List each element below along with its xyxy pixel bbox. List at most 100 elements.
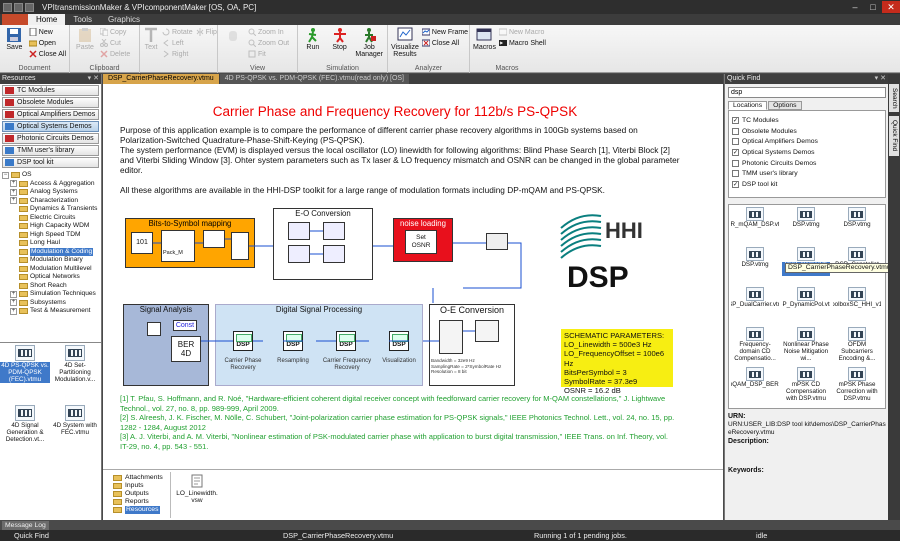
flip-button[interactable]: Flip bbox=[196, 27, 217, 37]
result-item-9[interactable]: DSPtoolboxSC_HHI_v1.vtmu bbox=[833, 287, 881, 327]
schematic-canvas[interactable]: Carrier Phase and Frequency Recovery for… bbox=[115, 88, 680, 451]
zoom-in-button[interactable]: Zoom In bbox=[248, 27, 289, 37]
tree-expander-icon[interactable]: − bbox=[2, 171, 9, 179]
checkbox[interactable] bbox=[732, 159, 739, 167]
location-tmm-user-s-library[interactable]: TMM user's library bbox=[732, 168, 882, 179]
library-photonic-circuits-demos[interactable]: Photonic Circuits Demos bbox=[2, 133, 99, 144]
library-optical-amplifiers-demos[interactable]: Optical Amplifiers Demos bbox=[2, 109, 99, 120]
result-item-8[interactable]: DSP_DynamicPol.vtmu bbox=[782, 287, 830, 327]
text-button[interactable]: Text bbox=[143, 27, 159, 64]
tree-item-long-haul[interactable]: Long Haul bbox=[2, 239, 99, 248]
location-tc-modules[interactable]: ✓ TC Modules bbox=[732, 115, 882, 126]
library-tmm-users-library[interactable]: TMM user's library bbox=[2, 145, 99, 156]
stop-button[interactable]: Stop bbox=[328, 27, 352, 64]
location-photonic-circuits-demos[interactable]: Photonic Circuits Demos bbox=[732, 158, 882, 169]
pan-button[interactable] bbox=[221, 27, 245, 64]
visualize-results-button[interactable]: Visualize Results bbox=[391, 27, 419, 64]
job-manager-button[interactable]: Job Manager bbox=[354, 27, 384, 64]
checkbox[interactable] bbox=[732, 138, 739, 146]
tree-item-modulation-binary[interactable]: Modulation Binary bbox=[2, 256, 99, 265]
demo-thumbnail-4[interactable]: 4D System with FEC.vtmu bbox=[50, 404, 100, 463]
result-item-12[interactable]: OFDM Subcarriers Encoding &... bbox=[833, 327, 881, 367]
demo-thumbnail-2[interactable]: 4D Set-Partitioning Modulation.v... bbox=[50, 345, 100, 403]
rotate-button[interactable]: Rotate bbox=[162, 27, 193, 37]
folder-attachments[interactable]: Attachments bbox=[113, 474, 168, 482]
tree-item-short-reach[interactable]: Short Reach bbox=[2, 282, 99, 291]
pin-icon[interactable]: ▾ ✕ bbox=[875, 74, 886, 84]
tree-item-os[interactable]: − OS bbox=[2, 171, 99, 180]
tree-item-analog-systems[interactable]: + Analog Systems bbox=[2, 188, 99, 197]
close-all-button[interactable]: Close All bbox=[29, 49, 66, 59]
run-button[interactable]: Run bbox=[301, 27, 325, 64]
tree-item-test-measurement[interactable]: + Test & Measurement bbox=[2, 307, 99, 316]
result-item-10[interactable]: Frequency-domain CD Compensatio... bbox=[731, 327, 779, 367]
rotate-left-button[interactable]: Left bbox=[162, 38, 193, 48]
folder-outputs[interactable]: Outputs bbox=[113, 490, 168, 498]
side-tab-quick-find[interactable]: Quick Find bbox=[889, 116, 899, 156]
tree-item-modulation-coding[interactable]: Modulation & Coding bbox=[2, 247, 99, 256]
result-item-15[interactable]: mPSK Phase Correction with DSP.vtmu bbox=[833, 367, 881, 407]
new-macro-button[interactable]: New Macro bbox=[498, 27, 546, 37]
result-item-1[interactable]: BER_mQAM_DSP.vtms bbox=[731, 207, 779, 247]
file-lo-linewidth[interactable]: LO_Linewidth. vsw bbox=[173, 474, 221, 504]
demo-thumbnail-3[interactable]: 4D Signal Generation & Detection.vt... bbox=[0, 404, 50, 463]
result-item-3[interactable]: DSP.vtmg bbox=[833, 207, 881, 247]
location-dsp-tool-kit[interactable]: ✓ DSP tool kit bbox=[732, 179, 882, 190]
quick-save-icon[interactable] bbox=[14, 2, 23, 12]
tab-graphics[interactable]: Graphics bbox=[100, 14, 148, 25]
file-menu-button[interactable] bbox=[2, 14, 28, 25]
result-item-14[interactable]: mPSK CD Compensation with DSP.vtmu bbox=[782, 367, 830, 407]
new-button[interactable]: New bbox=[29, 27, 66, 37]
zoom-fit-button[interactable]: Fit bbox=[248, 49, 289, 59]
maximize-button[interactable]: □ bbox=[864, 1, 882, 13]
tab-tools[interactable]: Tools bbox=[65, 14, 100, 25]
doc-tab-carrier-phase-recovery[interactable]: DSP_CarrierPhaseRecovery.vtmu bbox=[103, 74, 219, 84]
zoom-out-button[interactable]: Zoom Out bbox=[248, 38, 289, 48]
folder-reports[interactable]: Reports bbox=[113, 498, 168, 506]
delete-button[interactable]: Delete bbox=[100, 49, 130, 59]
tree-item-modulation-multilevel[interactable]: Modulation Multilevel bbox=[2, 265, 99, 274]
message-log-tab[interactable]: Message Log bbox=[2, 521, 49, 530]
library-obsolete-modules[interactable]: Obsolete Modules bbox=[2, 97, 99, 108]
tree-expander-icon[interactable]: + bbox=[10, 307, 17, 315]
checkbox[interactable] bbox=[732, 170, 739, 178]
tree-expander-icon[interactable]: + bbox=[10, 290, 17, 298]
quick-undo-icon[interactable] bbox=[25, 2, 34, 12]
result-item-2[interactable]: DSP.vtmg bbox=[782, 207, 830, 247]
quick-find-search-input[interactable] bbox=[728, 87, 886, 98]
cut-button[interactable]: Cut bbox=[100, 38, 130, 48]
folder-resources[interactable]: Resources bbox=[113, 506, 168, 514]
tree-item-access-aggregation[interactable]: + Access & Aggregation bbox=[2, 180, 99, 189]
demo-thumbnail-1[interactable]: 4D PS-QPSK vs. PDM-QPSK (FEC).vtmu bbox=[0, 345, 50, 403]
result-item-13[interactable]: Rx_mQAM_DSP_BER.vtmg bbox=[731, 367, 779, 407]
tree-expander-icon[interactable]: + bbox=[10, 188, 17, 196]
result-item-11[interactable]: Nonlinear Phase Noise Mitigation wi... bbox=[782, 327, 830, 367]
tree-item-optical-networks[interactable]: Optical Networks bbox=[2, 273, 99, 282]
tree-item-electric-circuits[interactable]: Electric Circuits bbox=[2, 214, 99, 223]
doc-tab-ps-qpsk-fec[interactable]: 4D PS-QPSK vs. PDM-QPSK (FEC).vtmu(read … bbox=[219, 74, 410, 84]
tree-expander-icon[interactable]: + bbox=[10, 299, 17, 307]
tab-home[interactable]: Home bbox=[28, 14, 66, 25]
tree-item-characterization[interactable]: + Characterization bbox=[2, 197, 99, 206]
result-item-4[interactable]: DSP.vtmg bbox=[731, 247, 779, 287]
close-button[interactable]: ✕ bbox=[882, 1, 900, 13]
library-tc-modules[interactable]: TC Modules bbox=[2, 85, 99, 96]
tree-item-subsystems[interactable]: + Subsystems bbox=[2, 299, 99, 308]
tree-expander-icon[interactable]: + bbox=[10, 180, 17, 188]
tab-locations[interactable]: Locations bbox=[728, 101, 768, 110]
tree-expander-icon[interactable]: + bbox=[10, 197, 17, 205]
tree-item-high-capacity-wdm[interactable]: High Capacity WDM bbox=[2, 222, 99, 231]
checkbox[interactable] bbox=[732, 127, 739, 135]
library-optical-systems-demos[interactable]: Optical Systems Demos bbox=[2, 121, 99, 132]
copy-button[interactable]: Copy bbox=[100, 27, 130, 37]
new-frame-button[interactable]: New Frame bbox=[421, 27, 468, 37]
tree-item-high-speed-tdm[interactable]: High Speed TDM bbox=[2, 231, 99, 240]
pin-icon[interactable]: ▾ ✕ bbox=[88, 74, 99, 84]
macros-button[interactable]: Macros bbox=[473, 27, 496, 64]
minimize-button[interactable]: – bbox=[846, 1, 864, 13]
tree-item-dynamics-transients[interactable]: Dynamics & Transients bbox=[2, 205, 99, 214]
checkbox[interactable]: ✓ bbox=[732, 116, 739, 124]
result-item-7[interactable]: DSP_DualCarrier.vtmu bbox=[731, 287, 779, 327]
macro-shell-button[interactable]: Macro Shell bbox=[498, 38, 546, 48]
paste-button[interactable]: Paste bbox=[73, 27, 97, 64]
